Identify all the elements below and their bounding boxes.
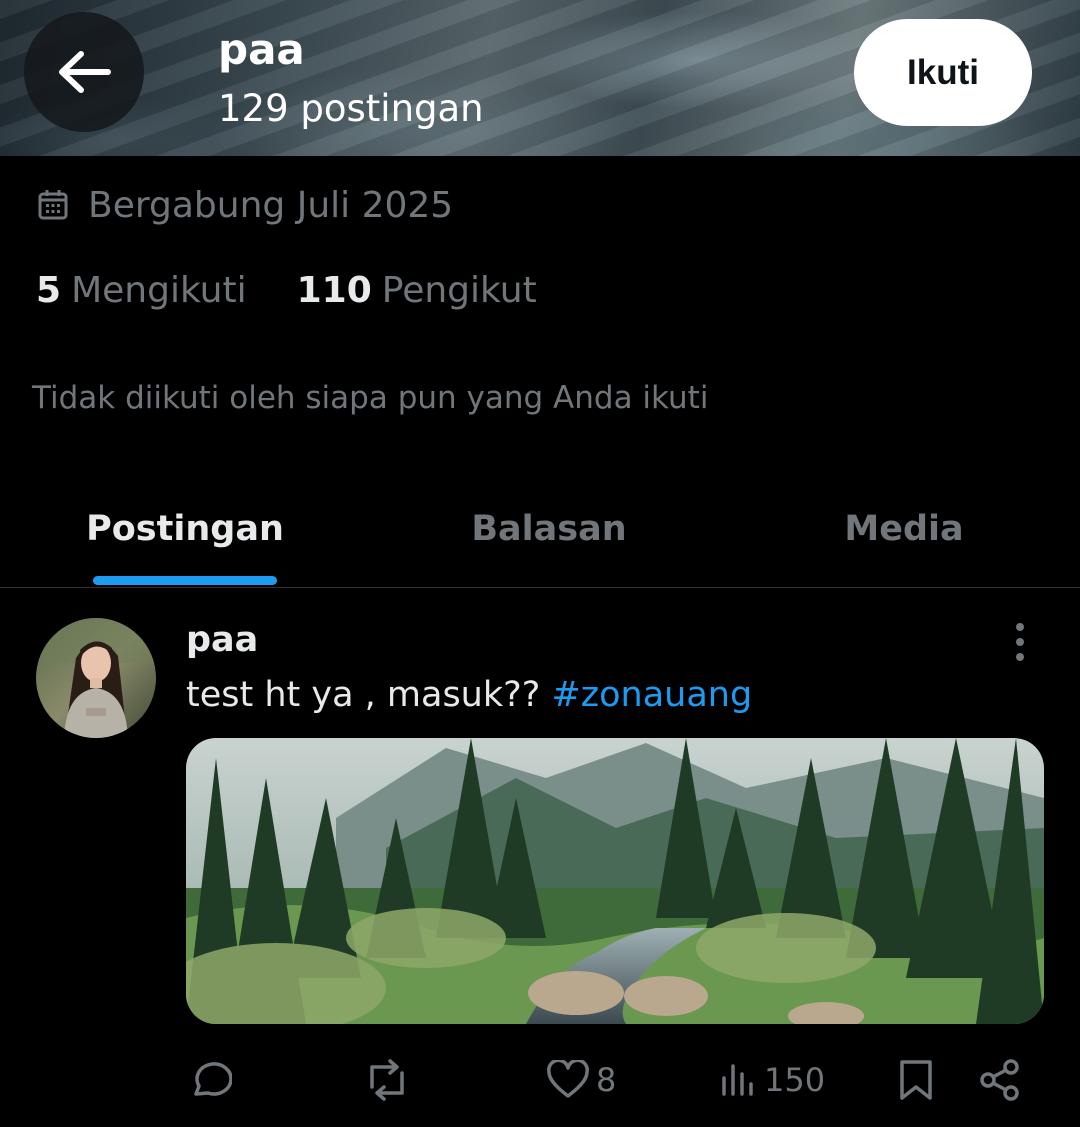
share-icon: [980, 1059, 1019, 1101]
calendar-icon: [38, 190, 68, 220]
post-author-name[interactable]: paa: [186, 618, 258, 662]
reply-button[interactable]: [186, 1050, 232, 1110]
post-actions: 8 150: [186, 1050, 1036, 1110]
bookmark-button[interactable]: [898, 1050, 934, 1110]
post-more-button[interactable]: [1000, 620, 1040, 664]
back-button[interactable]: [24, 12, 144, 132]
joined-date: Bergabung Juli 2025: [38, 180, 453, 230]
profile-tabs: Postingan Balasan Media: [0, 470, 1080, 588]
followers-link[interactable]: 110 Pengikut: [297, 270, 537, 311]
post-hashtag[interactable]: #zonauang: [551, 675, 752, 715]
following-label: Mengikuti: [71, 269, 247, 311]
profile-page: paa 129 postingan Ikuti Bergabung Juli 2…: [0, 0, 1080, 1127]
like-count: 8: [596, 1061, 617, 1099]
repost-icon: [370, 1059, 404, 1101]
follow-button[interactable]: Ikuti: [854, 19, 1032, 126]
views-count: 150: [764, 1061, 826, 1099]
following-link[interactable]: 5 Mengikuti: [36, 270, 247, 311]
like-button[interactable]: 8: [546, 1050, 616, 1110]
following-count: 5: [36, 269, 62, 311]
post-image[interactable]: [186, 738, 1044, 1024]
followers-label: Pengikut: [381, 269, 537, 311]
tab-posts[interactable]: Postingan: [0, 470, 370, 587]
post-body: test ht ya , masuk??: [186, 675, 541, 715]
follow-stats: 5 Mengikuti 110 Pengikut: [36, 266, 537, 314]
heart-icon: [547, 1060, 589, 1098]
more-vertical-icon: [1016, 623, 1024, 661]
header-post-count: 129 postingan: [218, 87, 484, 130]
views-button[interactable]: 150: [718, 1050, 825, 1110]
active-tab-indicator: [93, 576, 277, 585]
followed-by-text: Tidak diikuti oleh siapa pun yang Anda i…: [32, 380, 709, 416]
tab-media[interactable]: Media: [728, 470, 1080, 587]
views-icon: [722, 1064, 753, 1096]
post-avatar[interactable]: [36, 618, 156, 738]
joined-text: Bergabung Juli 2025: [88, 184, 454, 226]
repost-button[interactable]: [362, 1050, 412, 1110]
tab-replies[interactable]: Balasan: [370, 470, 728, 587]
post-text: test ht ya , masuk?? #zonauang: [186, 672, 752, 718]
tabs-divider: [0, 587, 1080, 588]
followers-count: 110: [296, 269, 372, 311]
share-button[interactable]: [978, 1050, 1022, 1110]
arrow-left-icon: [59, 51, 111, 93]
header-profile-name: paa: [218, 25, 305, 74]
bookmark-icon: [900, 1060, 932, 1100]
reply-icon: [194, 1062, 232, 1096]
